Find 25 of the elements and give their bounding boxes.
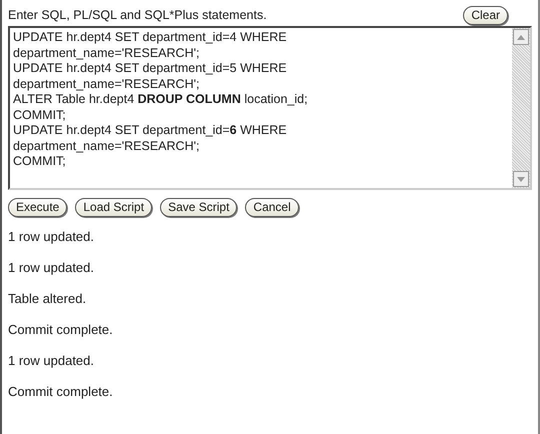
result-message: Commit complete. — [8, 322, 113, 337]
action-button[interactable]: Execute — [8, 198, 68, 217]
code-line: UPDATE hr.dept4 SET department_id=6 WHERE — [13, 123, 287, 138]
result-message: 1 row updated. — [8, 260, 94, 275]
action-button[interactable]: Save Script — [160, 198, 238, 217]
code-line: UPDATE hr.dept4 SET department_id=4 WHERE — [13, 30, 287, 46]
clear-button[interactable]: Clear — [463, 6, 508, 24]
action-button[interactable]: Cancel — [245, 198, 299, 217]
result-message: Table altered. — [8, 291, 86, 306]
code-line: department_name='RESEARCH'; — [13, 76, 200, 92]
scrollbar[interactable] — [512, 28, 530, 188]
result-message: Commit complete. — [8, 384, 113, 399]
result-message: 1 row updated. — [8, 353, 94, 368]
scroll-down-icon[interactable] — [517, 176, 525, 182]
code-line: department_name='RESEARCH'; — [13, 46, 200, 61]
code-line: COMMIT; — [13, 154, 66, 170]
code-line: UPDATE hr.dept4 SET department_id=5 WHERE — [13, 61, 287, 76]
action-button[interactable]: Load Script — [75, 198, 152, 217]
code-line: department_name='RESEARCH'; — [13, 138, 200, 154]
code-line: COMMIT; — [13, 108, 66, 123]
scroll-up-icon[interactable] — [517, 34, 525, 40]
code-line: ALTER Table hr.dept4 DROUP COLUMN location_id; — [13, 92, 308, 108]
result-message: 1 row updated. — [8, 229, 94, 244]
prompt-label: Enter SQL, PL/SQL and SQL*Plus statements. — [8, 6, 267, 24]
sql-editor[interactable] — [8, 26, 532, 190]
